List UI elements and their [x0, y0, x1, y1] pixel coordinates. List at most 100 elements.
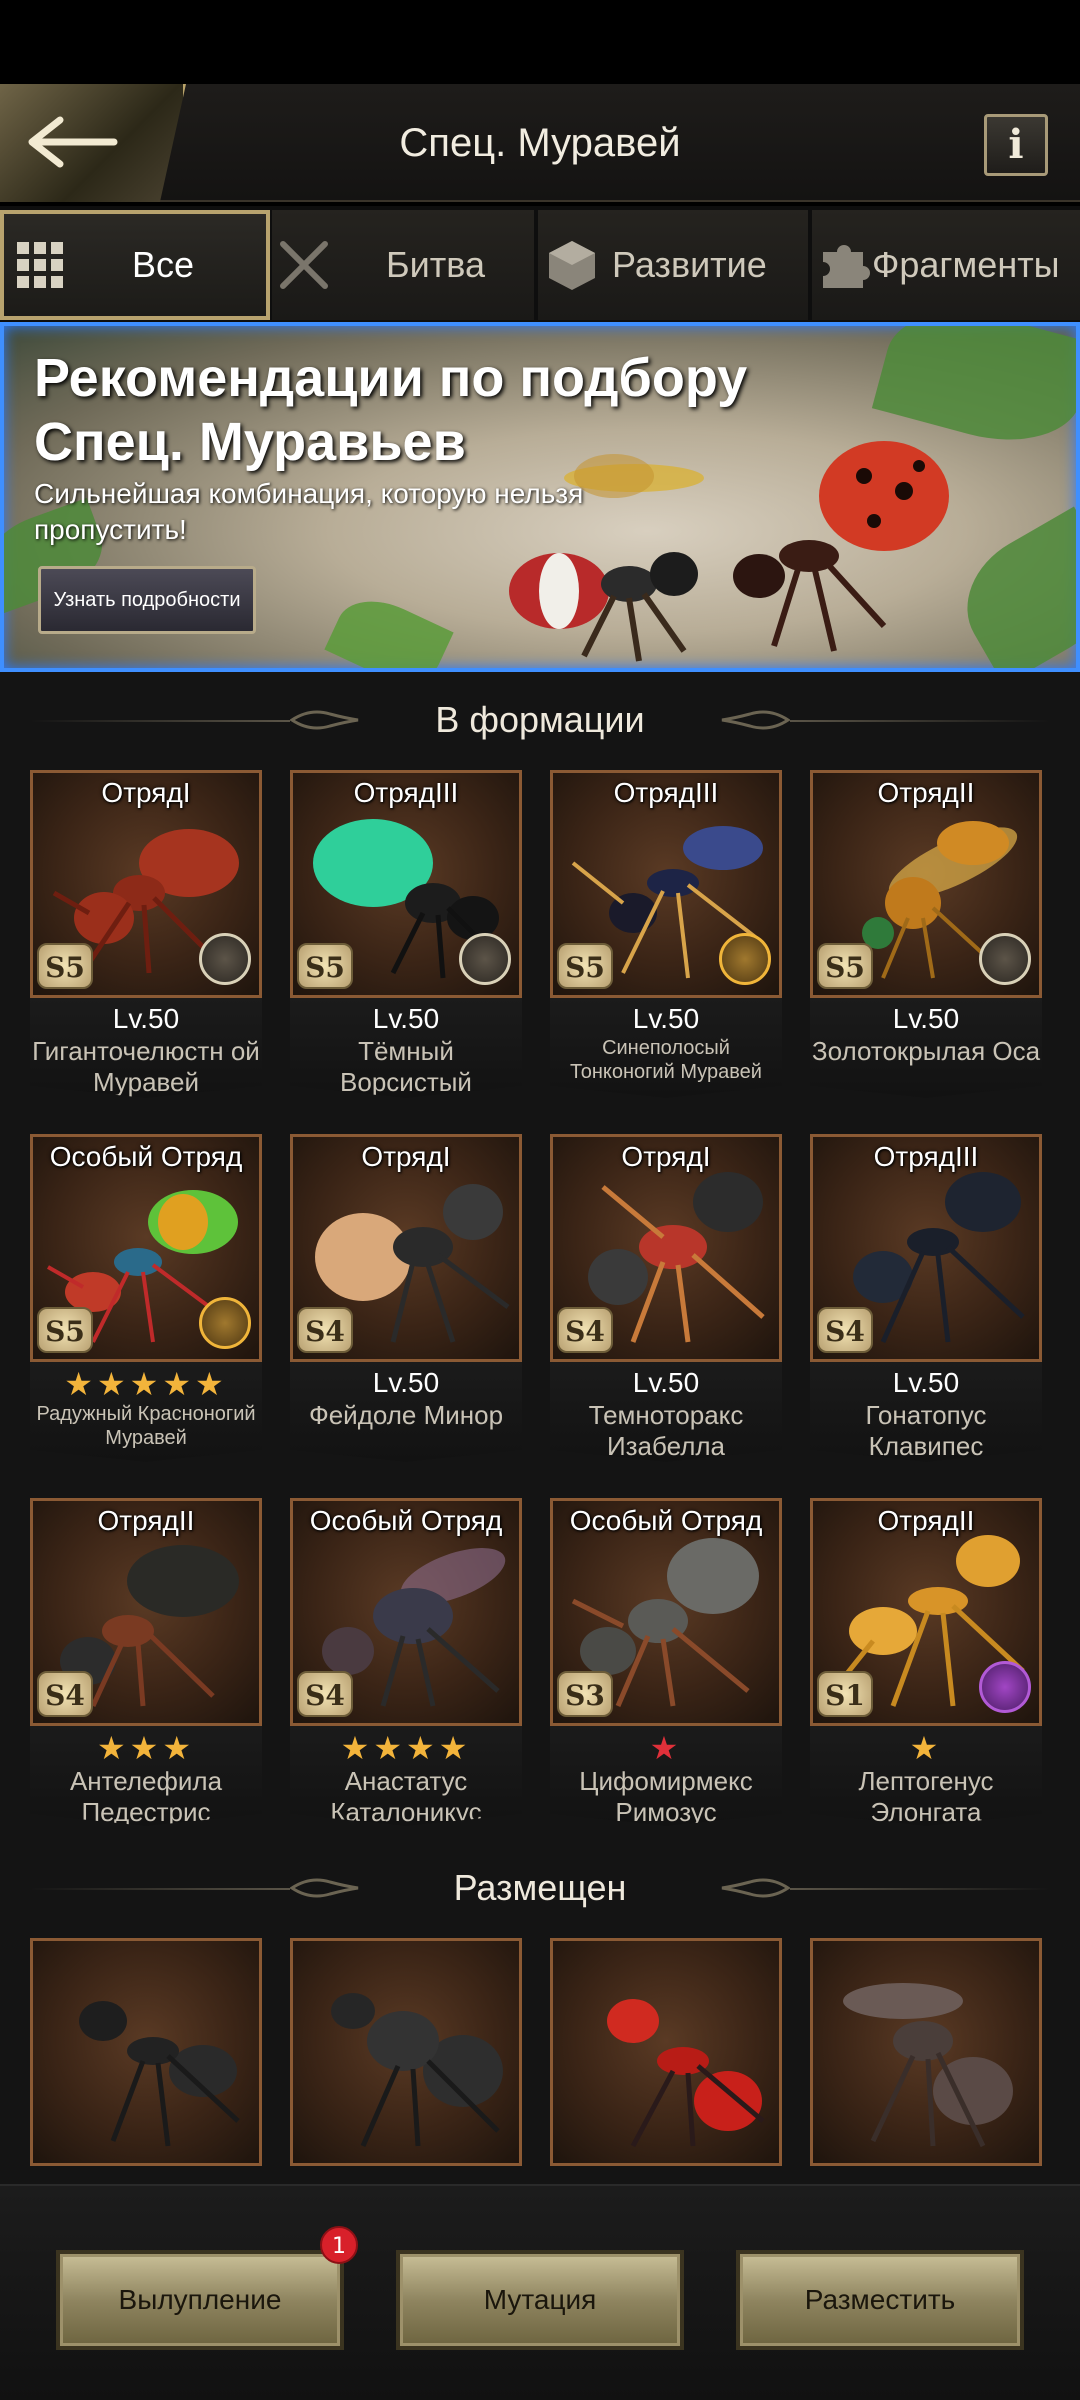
squad-label: ОтрядII — [877, 1505, 975, 1536]
ant-illustration — [331, 1993, 503, 2148]
level-text: Lv.50 — [372, 1367, 440, 1398]
grade-badge: S4 — [297, 1307, 353, 1353]
squad-label: Особый Отряд — [309, 1505, 503, 1536]
tab-all[interactable]: Все — [0, 210, 270, 320]
level-text: Lv.50 — [892, 1003, 960, 1034]
ant-card[interactable]: Особый Отряд S3 ★ Цифомирмекс Римозус — [550, 1498, 782, 1826]
status-bar — [0, 0, 1080, 84]
ornament-icon — [721, 710, 790, 730]
tab-fragments[interactable]: Фрагменты — [812, 210, 1080, 320]
squad-label: ОтрядI — [361, 1141, 451, 1172]
squad-label: Особый Отряд — [49, 1141, 243, 1172]
ant-card[interactable]: ОтрядI S4 Lv.50 Фейдоле Минор — [290, 1134, 522, 1462]
tab-development[interactable]: Развитие — [538, 210, 808, 320]
grade-badge: S4 — [557, 1307, 613, 1353]
rank-emblem-icon — [719, 933, 771, 985]
ant-name: Синеполосый Тонконогий Муравей — [570, 1037, 762, 1083]
grade-badge: S5 — [557, 943, 613, 989]
divider-line — [790, 1888, 1050, 1890]
puzzle-icon — [816, 237, 872, 293]
leaf-decoration — [324, 586, 454, 668]
place-button[interactable]: Разместить — [736, 2250, 1024, 2350]
ant-card[interactable]: ОтрядIII S5 Lv.50 Тёмный Ворсистый Мурав… — [290, 770, 522, 1098]
grid-icon — [12, 237, 68, 293]
ornament-icon — [290, 1878, 359, 1898]
tab-label: Фрагменты — [872, 244, 1060, 285]
ant-portrait — [30, 1938, 262, 2166]
grade-badge: S4 — [37, 1671, 93, 1717]
section-title: В формации — [435, 699, 645, 740]
ant-portrait — [290, 1938, 522, 2166]
level-text: Lv.50 — [372, 1003, 440, 1034]
ant-card[interactable] — [810, 1938, 1042, 2166]
page-title: Спец. Муравей — [399, 121, 681, 165]
ant-card[interactable] — [290, 1938, 522, 2166]
info-button[interactable]: i — [984, 114, 1048, 176]
ant-card[interactable] — [550, 1938, 782, 2166]
ant-card[interactable]: ОтрядIII S5 Lv.50 Синеполосый Тонконогий… — [550, 770, 782, 1098]
tab-label: Все — [132, 244, 195, 285]
grade-badge: S4 — [817, 1307, 873, 1353]
mutation-button[interactable]: Мутация — [396, 2250, 684, 2350]
star-rating: ★★★★★ — [64, 1365, 228, 1403]
learn-more-button[interactable]: Узнать подробности — [38, 566, 256, 634]
ant-illustration — [607, 1999, 765, 2148]
ant-name: Антелефила Педестрис — [69, 1766, 223, 1827]
squad-label: ОтрядII — [97, 1505, 195, 1536]
divider-line — [30, 1888, 290, 1890]
ant-portrait: ОтрядIII S5 — [550, 770, 782, 998]
ant-portrait: ОтрядIII S5 — [290, 770, 522, 998]
ant-card[interactable]: ОтрядII S4 ★★★ Антелефила Педестрис — [30, 1498, 262, 1826]
rank-emblem-icon — [199, 1297, 251, 1349]
molt-button[interactable]: Вылупление — [56, 2250, 344, 2350]
squad-label: ОтрядIII — [353, 777, 459, 808]
ant-card[interactable]: ОтрядI S5 Lv.50 Гиганточелюстн ой Мураве… — [30, 770, 262, 1098]
tab-bar: Все Битва Развитие Фрагменты — [0, 206, 1080, 322]
bottom-action-bar: Вылупление 1 Мутация Разместить — [0, 2184, 1080, 2400]
ant-name: Гонатопус Клавипес — [865, 1400, 987, 1461]
squad-label: Особый Отряд — [569, 1505, 763, 1536]
ant-card[interactable]: ОтрядII S1 ★ Лептогенус Элонгата — [810, 1498, 1042, 1826]
ant-portrait — [810, 1938, 1042, 2166]
ant-portrait: ОтрядII S1 — [810, 1498, 1042, 1726]
ant-card[interactable]: ОтрядIII S4 Lv.50 Гонатопус Клавипес — [810, 1134, 1042, 1462]
ant-card[interactable]: Особый Отряд S5 ★★★★★ Радужный Красноног… — [30, 1134, 262, 1462]
banner-subtitle: Сильнейшая комбинация, которую нельзя пр… — [34, 478, 584, 545]
notification-badge: 1 — [320, 2226, 358, 2264]
ant-card[interactable]: Особый Отряд S4 ★★★★ Анастатус Каталоник… — [290, 1498, 522, 1826]
ant-portrait: Особый Отряд S4 — [290, 1498, 522, 1726]
squad-label: ОтрядIII — [613, 777, 719, 808]
squad-label: ОтрядI — [101, 777, 191, 808]
section-header-placed: Размещен — [0, 1848, 1080, 1928]
ant-portrait: ОтрядIII S4 — [810, 1134, 1042, 1362]
ant-illustration — [79, 2001, 240, 2147]
ornament-icon — [290, 710, 359, 730]
grade-badge: S3 — [557, 1671, 613, 1717]
tab-battle[interactable]: Битва — [272, 210, 534, 320]
tab-label: Развитие — [612, 244, 767, 285]
level-text: Lv.50 — [112, 1003, 180, 1034]
banner-title: Рекомендации по подбору Спец. Муравьев — [34, 348, 748, 472]
ant-card[interactable] — [30, 1938, 262, 2166]
star-rating: ★★★★ — [340, 1729, 472, 1767]
ant-name: Золотокрылая Оса — [811, 1036, 1041, 1066]
ant-portrait: ОтрядII S4 — [30, 1498, 262, 1726]
level-text: Lv.50 — [892, 1367, 960, 1398]
ant-name: Цифомирмекс Римозус — [579, 1766, 753, 1827]
ornament-icon — [721, 1878, 790, 1898]
tab-label: Битва — [386, 244, 485, 285]
divider-line — [30, 720, 290, 722]
level-text: Lv.50 — [632, 1367, 700, 1398]
section-header-formation: В формации — [0, 680, 1080, 760]
grade-badge: S5 — [37, 943, 93, 989]
recommendation-banner[interactable]: Рекомендации по подбору Спец. Муравьев С… — [0, 322, 1080, 672]
ant-illustration — [843, 1983, 1013, 2148]
ant-name: Лептогенус Элонгата — [858, 1766, 994, 1827]
ant-card[interactable]: ОтрядII S5 Lv.50 Золотокрылая Оса — [810, 770, 1042, 1098]
ant-name: Темноторакс Изабелла — [588, 1400, 744, 1461]
star-rating: ★ — [909, 1729, 943, 1767]
ant-card[interactable]: ОтрядI S4 Lv.50 Темноторакс Изабелла — [550, 1134, 782, 1462]
ant-name: Фейдоле Минор — [308, 1400, 504, 1430]
crossed-swords-icon — [276, 237, 332, 293]
ant-portrait: ОтрядI S5 — [30, 770, 262, 998]
